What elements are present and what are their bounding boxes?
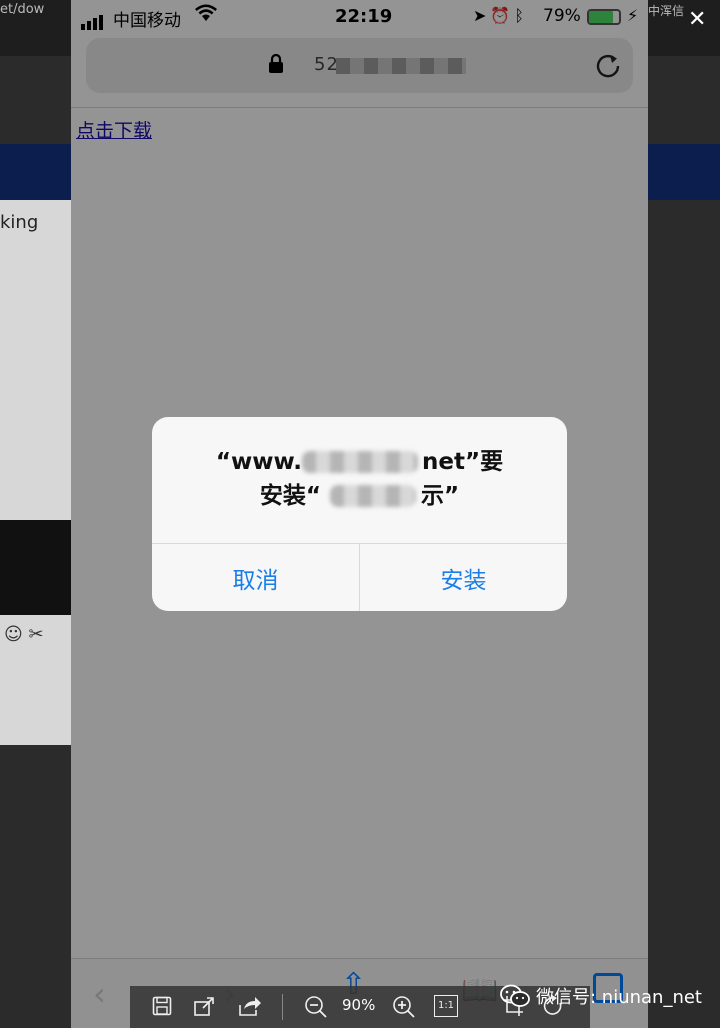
actual-size-button[interactable]: 1:1 (434, 995, 458, 1017)
zoom-in-icon[interactable] (392, 995, 416, 1019)
wechat-watermark: 微信号: niunan_net (500, 980, 720, 1012)
install-alert: “www. net”要 安装“ 示” 取消 安装 (152, 417, 567, 611)
close-icon[interactable]: ✕ (688, 8, 706, 32)
zoom-out-icon[interactable] (304, 995, 328, 1019)
fit-window-icon[interactable] (194, 996, 216, 1016)
background-side-text: king (0, 212, 39, 233)
install-button[interactable]: 安装 (360, 544, 567, 611)
background-url-fragment: et/dow (0, 2, 45, 17)
background-app-icons (0, 520, 72, 615)
toolbar-separator (282, 994, 283, 1020)
phone-screenshot: 中国移动 22:19 ➤⏰ᛒ 79% ⚡ 52 点击下载 ‹ › ⇧ 📖 “ww… (71, 0, 648, 1028)
watermark-text: 微信号: niunan_net (536, 987, 702, 1008)
cancel-button[interactable]: 取消 (152, 544, 359, 611)
background-right-text: 中浑信 (648, 4, 685, 18)
redacted-app-name (330, 485, 416, 507)
wechat-icon (500, 984, 530, 1007)
background-tools: ☺ ✂ (4, 624, 44, 645)
zoom-level: 90% (342, 996, 376, 1014)
background-left-panel (0, 200, 72, 745)
share-out-icon[interactable] (238, 995, 262, 1017)
save-icon[interactable] (152, 996, 172, 1016)
redacted-domain (302, 451, 418, 473)
